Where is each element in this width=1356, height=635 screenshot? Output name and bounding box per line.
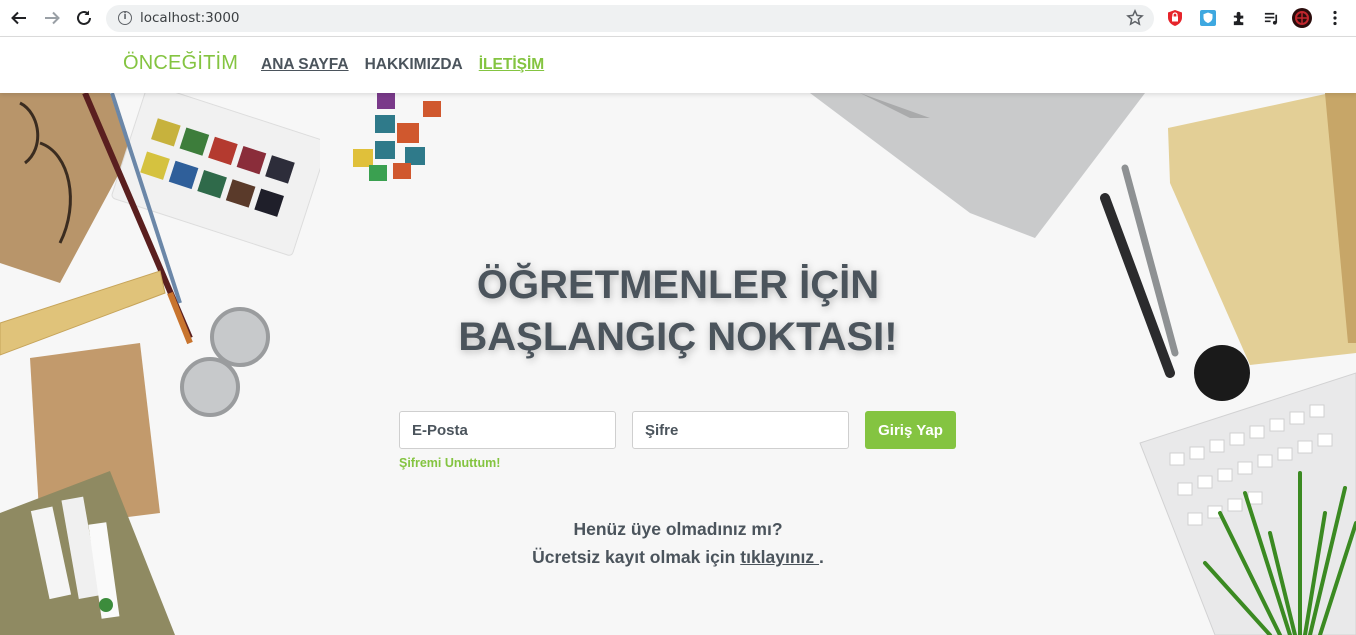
browser-toolbar: i localhost:3000 (0, 0, 1356, 37)
more-menu-icon[interactable] (1325, 8, 1345, 28)
color-blocks-illustration (353, 93, 441, 181)
nav-link-contact[interactable]: İLETİŞİM (479, 56, 544, 74)
signup-period: . (819, 547, 824, 567)
signup-prompt: Henüz üye olmadınız mı? Ücretsiz kayıt o… (378, 515, 978, 571)
back-icon[interactable] (8, 7, 30, 29)
hero-heading-line2: BAŞLANGIÇ NOKTASI! (458, 315, 898, 359)
puzzle-extensions-icon[interactable] (1229, 8, 1249, 28)
blue-shield-extension-icon[interactable] (1198, 8, 1218, 28)
main-nav: ANA SAYFA HAKKIMIZDA İLETİŞİM (261, 56, 544, 74)
site-header: ÖNCEĞİTİM ANA SAYFA HAKKIMIZDA İLETİŞİM (0, 37, 1356, 93)
hero-section: ÖĞRETMENLER İÇİN BAŞLANGIÇ NOKTASI! Giri… (0, 93, 1356, 635)
address-bar[interactable]: i localhost:3000 (106, 5, 1154, 32)
signup-link[interactable]: tıklayınız (740, 547, 819, 567)
brand-logo[interactable]: ÖNCEĞİTİM (123, 52, 238, 75)
site-info-icon[interactable]: i (118, 11, 132, 25)
password-field[interactable] (632, 411, 849, 449)
bookmark-star-icon[interactable] (1126, 9, 1144, 27)
signup-line: Ücretsiz kayıt olmak için tıklayınız . (378, 543, 978, 571)
profile-avatar-icon[interactable] (1292, 8, 1312, 28)
signup-prefix-text: Ücretsiz kayıt olmak için (532, 547, 736, 567)
forgot-password-link[interactable]: Şifremi Unuttum! (399, 456, 500, 470)
desk-items-left-illustration (0, 93, 320, 635)
hero-heading-line1: ÖĞRETMENLER İÇİN (476, 263, 880, 307)
login-button[interactable]: Giriş Yap (865, 411, 956, 449)
forward-icon[interactable] (41, 7, 63, 29)
email-field[interactable] (399, 411, 616, 449)
nav-link-home[interactable]: ANA SAYFA (261, 56, 349, 74)
signup-question: Henüz üye olmadınız mı? (573, 519, 783, 539)
hero-heading: ÖĞRETMENLER İÇİN BAŞLANGIÇ NOKTASI! (378, 259, 978, 363)
nav-link-about[interactable]: HAKKIMIZDA (365, 56, 463, 74)
reload-icon[interactable] (73, 7, 95, 29)
url-text[interactable]: localhost:3000 (140, 10, 240, 26)
shield-extension-icon[interactable] (1165, 8, 1185, 28)
media-control-icon[interactable] (1261, 8, 1281, 28)
